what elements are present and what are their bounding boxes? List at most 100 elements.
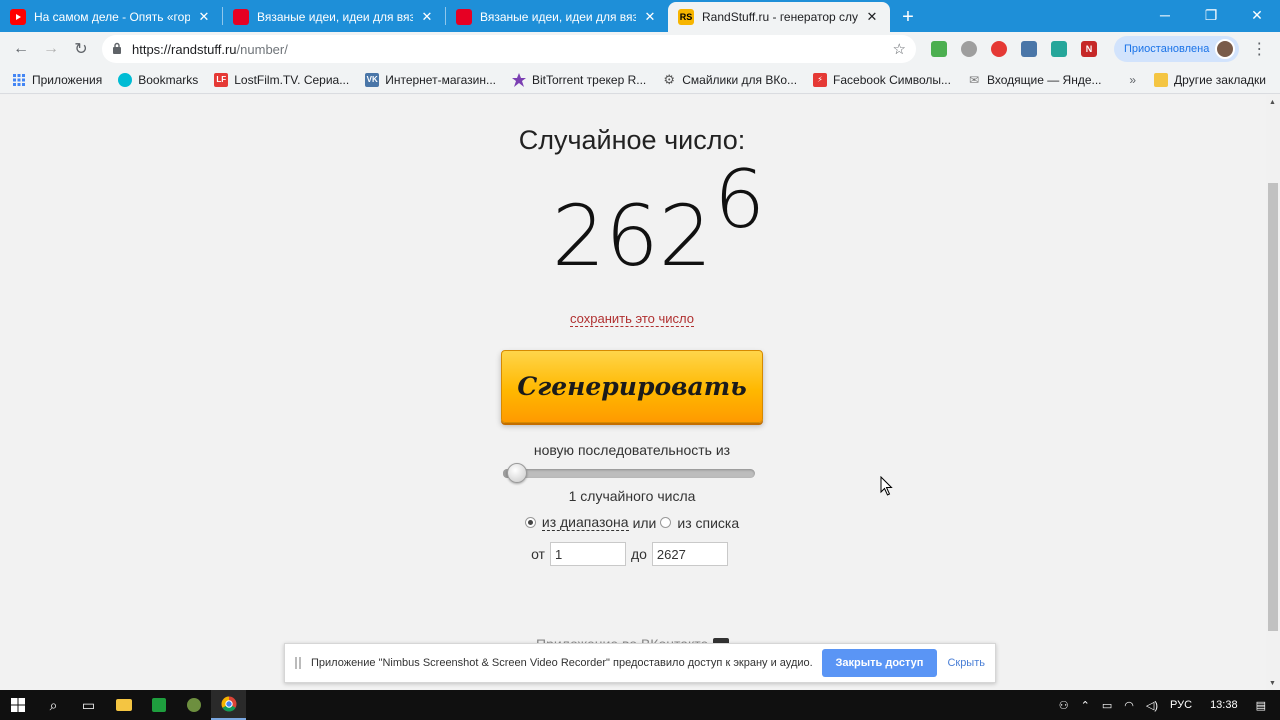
windows-taskbar: ⌕ ▭ ⚇ ⌃ ▭ ◠ ◁) РУС 13:38 ▤: [0, 690, 1280, 720]
tab-pinterest-2[interactable]: Вязаные идеи, идеи для вязан ✕: [446, 2, 668, 32]
url-host: https://randstuff.ru: [132, 41, 237, 57]
tray-chevron-up-icon[interactable]: ⌃: [1075, 699, 1096, 712]
bookmark-label: Смайлики для ВКо...: [682, 72, 798, 87]
gear-icon: ⚙: [663, 71, 676, 87]
youtube-icon: [10, 9, 26, 25]
people-icon[interactable]: ⚇: [1053, 699, 1075, 712]
profile-status: Приостановлена: [1124, 43, 1210, 55]
battery-icon[interactable]: ▭: [1096, 699, 1118, 712]
count-label: 1 случайного числа: [568, 488, 696, 504]
close-icon[interactable]: ✕: [196, 9, 212, 25]
extension-circle-icon[interactable]: [954, 34, 984, 64]
address-bar[interactable]: https://randstuff.ru/number/ ☆: [102, 35, 916, 63]
number-digits-wrap: 262 6: [552, 153, 765, 285]
close-icon[interactable]: ✕: [642, 9, 658, 25]
save-number-link[interactable]: сохранить это число: [570, 311, 694, 327]
bookmark-lostfilm[interactable]: LF LostFilm.TV. Сериа...: [206, 72, 357, 87]
forward-icon[interactable]: →: [36, 34, 66, 64]
share-message: Приложение "Nimbus Screenshot & Screen V…: [311, 657, 813, 669]
new-tab-button[interactable]: +: [890, 2, 926, 32]
mode-range-label[interactable]: из диапазона: [541, 514, 629, 531]
bookmark-label: Интернет-магазин...: [385, 72, 496, 87]
bookmark-facebook-symbols[interactable]: ⚡ Facebook Символы...: [805, 72, 959, 87]
bookmark-star-icon[interactable]: ☆: [893, 40, 906, 58]
notifications-icon[interactable]: ▤: [1250, 699, 1280, 712]
minimize-icon[interactable]: ─: [1142, 0, 1188, 30]
browser-toolbar: ← → ↻ https://randstuff.ru/number/ ☆ N П…: [0, 32, 1280, 66]
reload-icon[interactable]: ↻: [66, 34, 96, 64]
tab-title: Вязаные идеи, идеи для вязан: [257, 10, 413, 24]
mode-or-label: или: [632, 514, 657, 531]
hide-notification-link[interactable]: Скрыть: [947, 657, 985, 669]
game-app-icon[interactable]: [176, 690, 211, 720]
tab-pinterest-1[interactable]: Вязаные идеи, идеи для вязан ✕: [223, 2, 445, 32]
scroll-down-icon[interactable]: ▼: [1269, 680, 1276, 687]
url-text: https://randstuff.ru/number/: [132, 42, 893, 57]
file-explorer-icon[interactable]: [106, 690, 141, 720]
tab-randstuff[interactable]: RS RandStuff.ru - генератор случа ✕: [668, 2, 890, 32]
scrollbar-thumb[interactable]: [1268, 183, 1278, 631]
wifi-icon[interactable]: ◠: [1118, 699, 1140, 712]
from-input[interactable]: [549, 542, 626, 566]
window-close-icon[interactable]: ✕: [1234, 0, 1280, 30]
pinterest-icon: [456, 9, 472, 25]
randstuff-icon: RS: [678, 9, 694, 25]
pinterest-icon: [233, 9, 249, 25]
windows-start-icon[interactable]: [0, 690, 36, 720]
bookmark-other[interactable]: Другие закладки: [1146, 72, 1280, 87]
kebab-menu-icon[interactable]: ⋮: [1247, 39, 1271, 59]
bookmark-apps[interactable]: Приложения: [0, 73, 110, 87]
generate-button[interactable]: Сгенерировать: [501, 350, 763, 423]
bookmark-bookmarks[interactable]: Bookmarks: [110, 72, 206, 87]
extension-recycle-icon[interactable]: [924, 34, 954, 64]
to-input[interactable]: [651, 542, 728, 566]
search-icon[interactable]: ⌕: [36, 690, 71, 720]
facebook-symbols-icon: ⚡: [813, 72, 828, 87]
chrome-icon[interactable]: [211, 690, 246, 720]
extension-opera-icon[interactable]: [984, 34, 1014, 64]
bookmark-vk-shop[interactable]: VK Интернет-магазин...: [357, 72, 504, 87]
bookmark-yandex-mail[interactable]: ✉ Входящие — Янде...: [959, 73, 1110, 87]
spreadsheet-app-icon[interactable]: [141, 690, 176, 720]
slider-handle[interactable]: [506, 463, 527, 483]
extension-notes-icon[interactable]: [1044, 34, 1074, 64]
task-view-icon[interactable]: ▭: [71, 690, 106, 720]
lock-icon: [112, 42, 124, 57]
stop-sharing-button[interactable]: Закрыть доступ: [821, 649, 938, 677]
tab-title: Вязаные идеи, идеи для вязан: [480, 10, 636, 24]
language-indicator[interactable]: РУС: [1164, 699, 1198, 711]
radio-range[interactable]: [524, 517, 536, 528]
back-icon[interactable]: ←: [6, 34, 36, 64]
tab-youtube[interactable]: На самом деле - Опять «гор ✕: [0, 2, 222, 32]
avatar: [1215, 39, 1236, 59]
mode-selector: из диапазона или из списка: [0, 514, 1264, 531]
bookmark-bittorrent[interactable]: BitTorrent трекер R...: [504, 72, 654, 87]
profile-paused-button[interactable]: Приостановлена: [1114, 36, 1240, 62]
volume-icon[interactable]: ◁): [1140, 699, 1164, 712]
bookmark-label: LostFilm.TV. Сериа...: [234, 72, 350, 87]
bookmark-label: Входящие — Янде...: [986, 72, 1102, 87]
vk-icon: VK: [365, 72, 380, 87]
bookmarks-more-icon[interactable]: »: [1119, 73, 1146, 87]
clock[interactable]: 13:38: [1198, 699, 1250, 711]
screen-share-notification: Приложение "Nimbus Screenshot & Screen V…: [284, 643, 996, 683]
mode-list-label[interactable]: из списка: [677, 515, 739, 531]
folder-icon: [1154, 72, 1169, 87]
bookmarks-bar: Приложения Bookmarks LF LostFilm.TV. Сер…: [0, 66, 1280, 94]
page-scrollbar[interactable]: ▲ ▼: [1266, 95, 1280, 690]
extension-vk-icon[interactable]: [1014, 34, 1044, 64]
bookmark-label: Приложения: [32, 72, 103, 87]
close-icon[interactable]: ✕: [864, 9, 880, 25]
from-label: от: [531, 546, 545, 562]
scroll-up-icon[interactable]: ▲: [1269, 99, 1276, 106]
bookmark-smiles[interactable]: ⚙ Смайлики для ВКо...: [654, 71, 805, 87]
close-icon[interactable]: ✕: [419, 9, 435, 25]
bookmark-label: Другие закладки: [1174, 72, 1266, 87]
bookmarks-icon: [118, 72, 133, 87]
radio-list[interactable]: [660, 517, 672, 528]
bittorrent-icon: [511, 72, 526, 87]
count-slider[interactable]: [503, 463, 755, 483]
drag-handle-icon[interactable]: [295, 657, 301, 669]
extension-n-icon[interactable]: N: [1074, 34, 1104, 64]
restore-icon[interactable]: ❐: [1188, 0, 1234, 30]
